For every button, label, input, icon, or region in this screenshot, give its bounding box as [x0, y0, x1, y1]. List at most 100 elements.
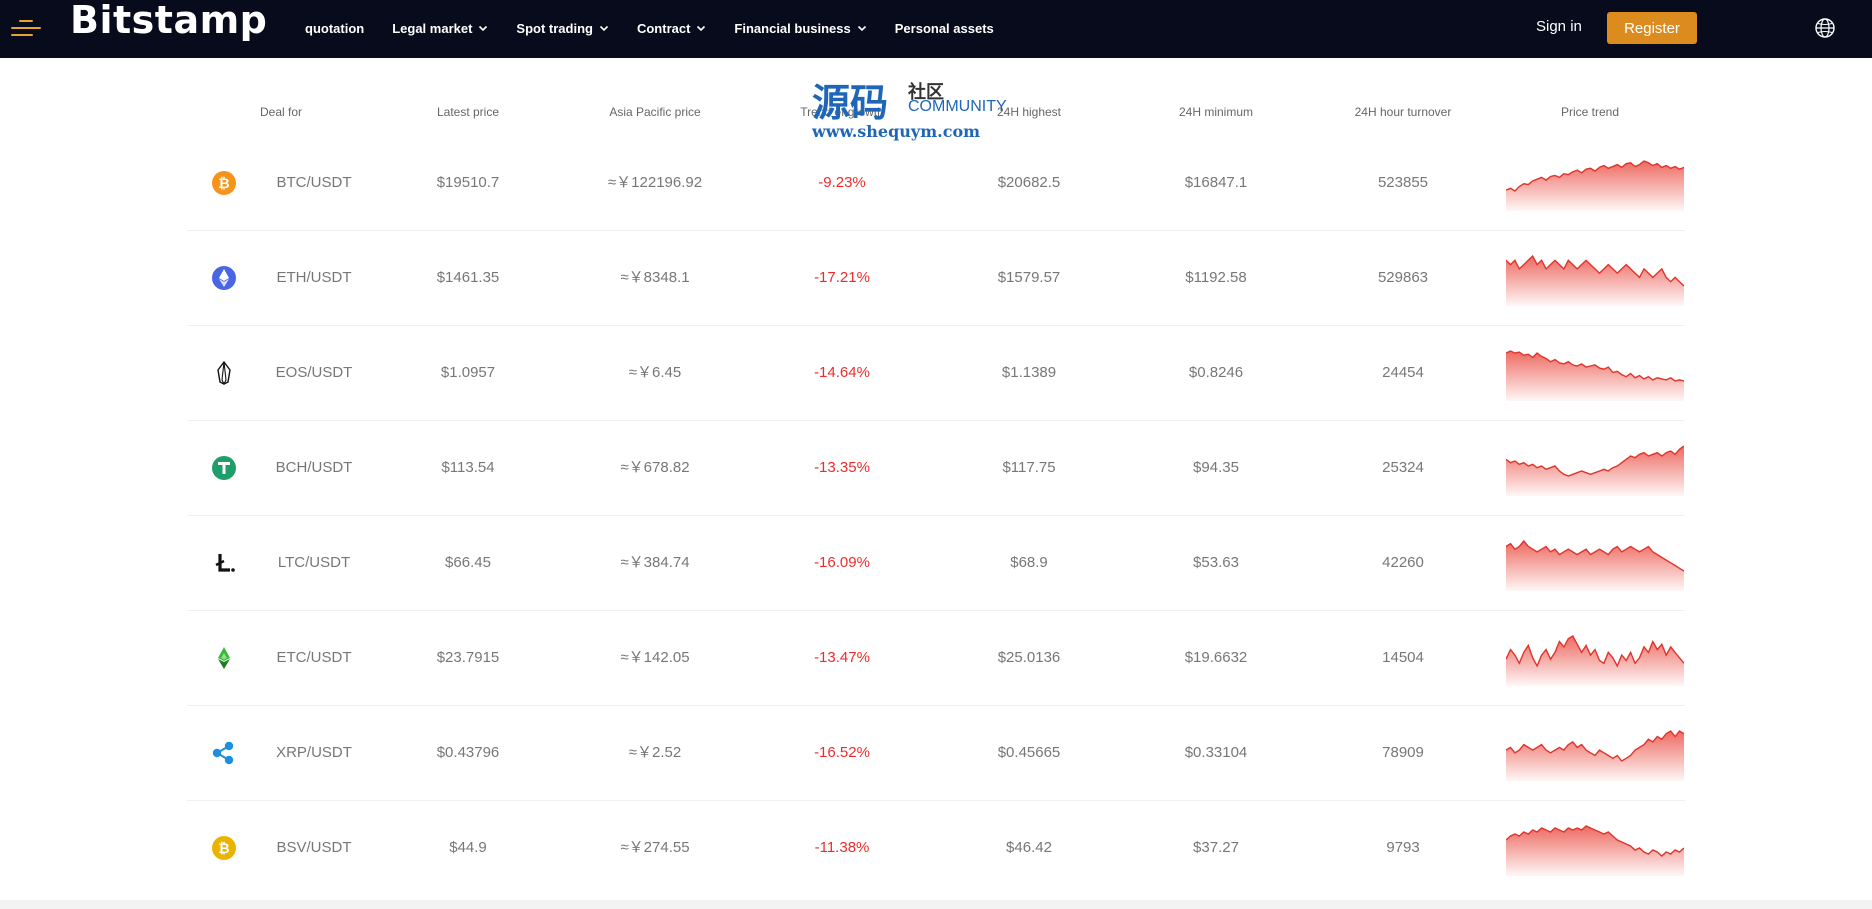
sparkline-area [1506, 256, 1684, 306]
nav-contract[interactable]: Contract [637, 21, 706, 36]
column-header-latest-price: Latest price [436, 105, 500, 119]
latest-price: $23.7915 [436, 649, 500, 666]
litecoin-icon [215, 554, 235, 572]
asia-price: ≈￥384.74 [620, 554, 690, 571]
bitcoin-sv-icon: ₿ [212, 836, 236, 860]
price-trend-sparkline [1506, 254, 1684, 306]
pair-name: BCH/USDT [275, 459, 353, 476]
price-trend-sparkline [1506, 160, 1684, 211]
ethereum-icon [212, 266, 236, 290]
turnover: 9793 [1386, 839, 1420, 856]
latest-price: $66.45 [445, 554, 491, 571]
table-row[interactable]: LTC/USDT $66.45 ≈￥384.74 -16.09% $68.9 $… [187, 516, 1685, 611]
asia-price: ≈￥142.05 [620, 649, 690, 666]
turnover: 523855 [1377, 174, 1429, 191]
pair-name: ETH/USDT [276, 269, 352, 286]
asia-price: ≈￥6.45 [628, 364, 682, 381]
table-row[interactable]: ₿ BSV/USDT $44.9 ≈￥274.55 -11.38% $46.42… [187, 801, 1685, 895]
turnover: 25324 [1382, 459, 1424, 476]
growth-percent: -14.64% [814, 364, 870, 381]
sparkline-area [1506, 161, 1684, 211]
low-price: $0.8246 [1188, 364, 1244, 381]
high-price: $0.45665 [997, 744, 1061, 761]
globe-icon[interactable] [1814, 17, 1836, 39]
low-price: $37.27 [1193, 839, 1239, 856]
table-row[interactable]: BCH/USDT $113.54 ≈￥678.82 -13.35% $117.7… [187, 421, 1685, 516]
table-row[interactable]: ETC/USDT $23.7915 ≈￥142.05 -13.47% $25.0… [187, 611, 1685, 706]
turnover: 24454 [1382, 364, 1424, 381]
tether-icon [212, 456, 236, 480]
watermark-community: COMMUNITY [908, 98, 1007, 115]
turnover: 42260 [1382, 554, 1424, 571]
column-header-asia-price: Asia Pacific price [609, 105, 701, 119]
pair-name: XRP/USDT [276, 744, 352, 761]
ethereum-classic-icon [218, 647, 230, 669]
growth-percent: -9.23% [818, 174, 866, 191]
column-header-24h-minimum: 24H minimum [1178, 105, 1254, 119]
top-navbar: Bitstamp quotation Legal market Spot tra… [0, 0, 1872, 58]
bitstamp-logo[interactable]: Bitstamp [70, 0, 267, 42]
sparkline-area [1506, 826, 1684, 876]
watermark-title: 源码 [812, 81, 889, 125]
nav-legal-market[interactable]: Legal market [392, 21, 488, 36]
ripple-icon [212, 741, 234, 765]
register-button[interactable]: Register [1607, 12, 1697, 44]
growth-percent: -16.52% [814, 744, 870, 761]
latest-price: $44.9 [449, 839, 487, 856]
high-price: $1.1389 [1001, 364, 1057, 381]
table-row[interactable]: XRP/USDT $0.43796 ≈￥2.52 -16.52% $0.4566… [187, 706, 1685, 801]
turnover: 529863 [1377, 269, 1429, 286]
bottom-status-strip [0, 900, 1872, 909]
pair-name: EOS/USDT [275, 364, 353, 381]
growth-percent: -17.21% [814, 269, 870, 286]
high-price: $117.75 [1002, 459, 1056, 476]
nav-financial-business[interactable]: Financial business [734, 21, 866, 36]
growth-percent: -13.47% [814, 649, 870, 666]
asia-price: ≈￥122196.92 [607, 174, 703, 191]
sign-in-link[interactable]: Sign in [1536, 18, 1582, 35]
table-row[interactable]: ETH/USDT $1461.35 ≈￥8348.1 -17.21% $1579… [187, 231, 1685, 326]
price-trend-sparkline [1506, 730, 1684, 781]
latest-price: $113.54 [441, 459, 495, 476]
low-price: $53.63 [1193, 554, 1239, 571]
asia-price: ≈￥274.55 [620, 839, 690, 856]
sparkline-area [1506, 636, 1684, 686]
main-nav: quotation Legal market Spot trading Cont… [305, 0, 1022, 56]
low-price: $1192.58 [1185, 269, 1247, 286]
high-price: $46.42 [1006, 839, 1052, 856]
chevron-down-icon [697, 25, 706, 32]
sparkline-area [1506, 351, 1684, 401]
column-header-price-trend: Price trend [1560, 105, 1620, 119]
latest-price: $1.0957 [440, 364, 496, 381]
eos-icon [217, 360, 231, 386]
price-trend-sparkline [1506, 635, 1684, 686]
pair-name: ETC/USDT [276, 649, 352, 666]
turnover: 14504 [1382, 649, 1424, 666]
growth-percent: -13.35% [814, 459, 870, 476]
menu-icon[interactable] [11, 18, 41, 40]
svg-text:₿: ₿ [218, 841, 229, 857]
latest-price: $1461.35 [436, 269, 500, 286]
asia-price: ≈￥678.82 [620, 459, 690, 476]
price-trend-sparkline [1506, 539, 1684, 591]
chevron-down-icon [599, 25, 609, 32]
growth-percent: -11.38% [814, 839, 870, 856]
table-row[interactable]: ₿ BTC/USDT $19510.7 ≈￥122196.92 -9.23% $… [187, 136, 1685, 231]
price-trend-sparkline [1506, 350, 1684, 401]
chevron-down-icon [857, 25, 866, 32]
nav-quotation[interactable]: quotation [305, 21, 364, 36]
nav-spot-trading[interactable]: Spot trading [516, 21, 609, 36]
nav-personal-assets[interactable]: Personal assets [895, 21, 994, 36]
low-price: $19.6632 [1184, 649, 1248, 666]
chevron-down-icon [479, 25, 488, 32]
asia-price: ≈￥8348.1 [620, 269, 690, 286]
column-header-deal-for: Deal for [259, 105, 303, 119]
bitcoin-icon: ₿ [212, 171, 236, 195]
low-price: $0.33104 [1184, 744, 1248, 761]
table-row[interactable]: EOS/USDT $1.0957 ≈￥6.45 -14.64% $1.1389 … [187, 326, 1685, 421]
high-price: $68.9 [1010, 554, 1048, 571]
turnover: 78909 [1382, 744, 1424, 761]
asia-price: ≈￥2.52 [628, 744, 682, 761]
high-price: $20682.5 [997, 174, 1061, 191]
low-price: $16847.1 [1184, 174, 1248, 191]
